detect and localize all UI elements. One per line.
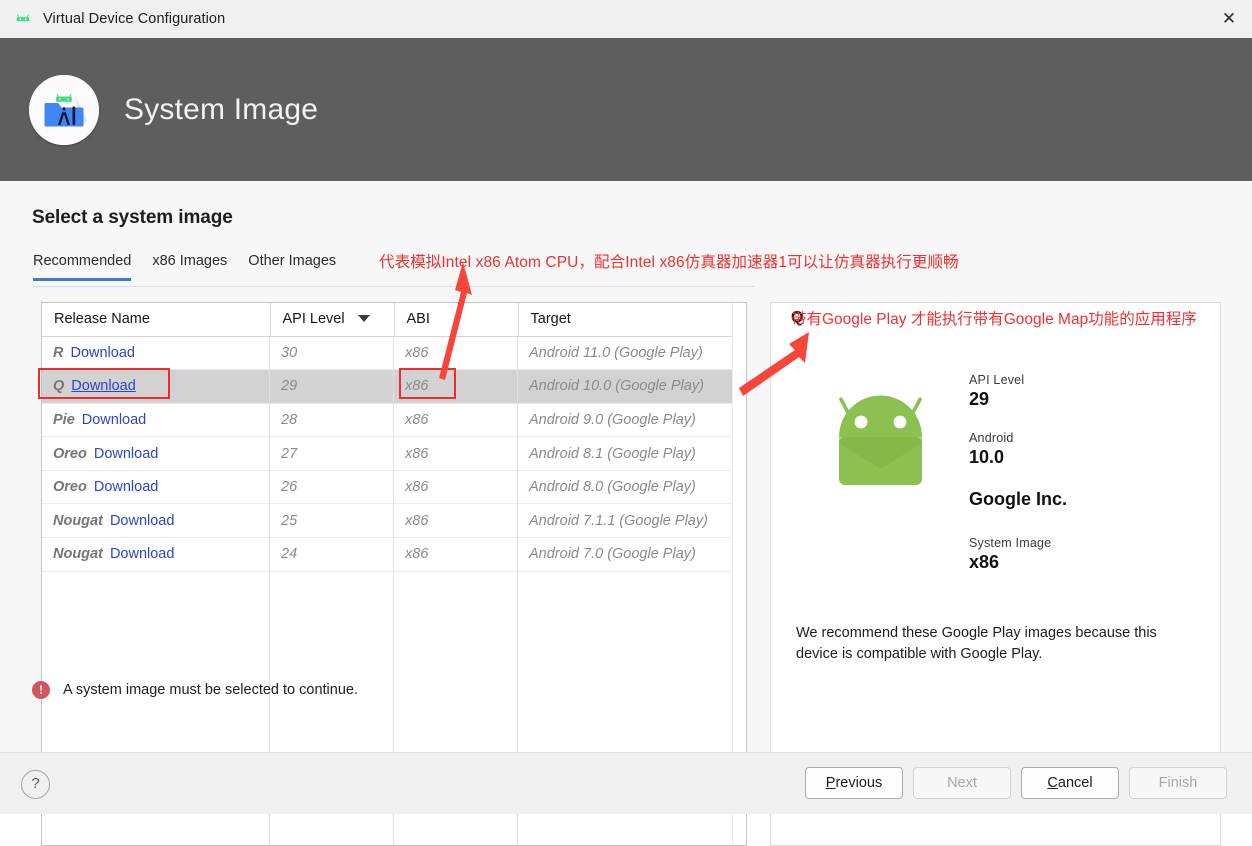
api-level-cell: 27 <box>270 436 394 471</box>
dialog-body: Select a system image Recommended x86 Im… <box>0 181 1252 846</box>
android-robot-icon <box>823 383 938 508</box>
finish-button[interactable]: Finish <box>1129 767 1227 799</box>
previous-button[interactable]: Previous <box>805 767 903 799</box>
window-title: Virtual Device Configuration <box>43 11 226 27</box>
column-header-api-level-label: API Level <box>282 311 345 328</box>
image-source-tabs: Recommended x86 Images Other Images <box>33 253 357 281</box>
tabs-underline <box>33 286 755 287</box>
column-header-target[interactable]: Target <box>518 303 746 337</box>
table-header-row: Release Name API Level ABI Target <box>42 303 746 337</box>
release-name: Oreo <box>53 445 87 462</box>
android-studio-logo <box>29 74 99 145</box>
download-link[interactable]: Download <box>110 546 175 562</box>
api-level-cell: 29 <box>270 369 394 404</box>
release-name: Pie <box>53 411 75 428</box>
abi-cell: x86 <box>394 336 518 371</box>
abi-cell: x86 <box>394 403 518 438</box>
cancel-button-label: ancel <box>1057 775 1093 791</box>
table-row[interactable]: Q Download 29 x86 Android 10.0 (Google Pl… <box>42 369 746 404</box>
target-cell: Android 8.0 (Google Play) <box>518 470 746 505</box>
vendor-value: Google Inc. <box>969 489 1068 509</box>
target-cell: Android 7.0 (Google Play) <box>518 537 746 572</box>
system-image-label: System Image <box>969 536 1052 550</box>
target-cell: Android 7.1.1 (Google Play) <box>518 503 746 539</box>
close-icon[interactable]: ✕ <box>1206 0 1252 37</box>
download-link[interactable]: Download <box>71 378 136 394</box>
download-link[interactable]: Download <box>82 412 147 428</box>
api-level-cell: 30 <box>270 336 394 371</box>
release-name: R <box>53 344 64 361</box>
error-icon: ! <box>32 681 50 699</box>
api-level-cell: 28 <box>270 403 394 438</box>
next-button[interactable]: Next <box>913 767 1011 799</box>
target-cell: Android 9.0 (Google Play) <box>518 403 746 438</box>
column-header-abi-label: ABI <box>406 311 430 328</box>
system-image-value: x86 <box>969 552 1000 572</box>
api-level-label: API Level <box>969 373 1025 387</box>
table-row[interactable]: Oreo Download 27 x86 Android 8.1 (Google … <box>42 436 746 471</box>
download-link[interactable]: Download <box>70 345 135 361</box>
virtual-device-configuration-dialog: Virtual Device Configuration ✕ System Im… <box>0 0 1252 846</box>
section-title: Select a system image <box>32 207 233 228</box>
api-level-cell: 26 <box>270 470 394 505</box>
detail-fields: API Level 29 Android 10.0 Google Inc. Sy… <box>969 373 1209 594</box>
download-link[interactable]: Download <box>94 479 159 495</box>
table-row[interactable]: Pie Download 28 x86 Android 9.0 (Google P… <box>42 403 746 438</box>
dialog-header: System Image <box>0 38 1252 181</box>
table-body: R Download 30 x86 Android 11.0 (Google Pl… <box>42 336 746 572</box>
tab-other-images[interactable]: Other Images <box>248 253 336 281</box>
android-version-value: 10.0 <box>969 447 1005 467</box>
validation-message-text: A system image must be selected to conti… <box>63 682 358 698</box>
download-link[interactable]: Download <box>110 513 175 529</box>
cancel-button[interactable]: Cancel <box>1021 767 1119 799</box>
android-label: Android <box>969 431 1014 445</box>
validation-message: ! A system image must be selected to con… <box>32 681 358 699</box>
download-link[interactable]: Download <box>94 446 159 462</box>
api-level-cell: 25 <box>270 503 394 539</box>
abi-cell: x86 <box>394 436 518 471</box>
column-header-api-level[interactable]: API Level <box>270 303 395 337</box>
column-header-abi[interactable]: ABI <box>394 303 519 337</box>
android-icon <box>12 8 34 30</box>
dialog-footer: ? Previous Next Cancel Finish <box>0 752 1252 814</box>
table-row[interactable]: R Download 30 x86 Android 11.0 (Google Pl… <box>42 336 746 371</box>
abi-cell: x86 <box>394 470 518 505</box>
abi-cell: x86 <box>394 369 518 404</box>
abi-cell: x86 <box>394 503 518 539</box>
target-cell: Android 10.0 (Google Play) <box>518 369 746 404</box>
column-header-release-name[interactable]: Release Name <box>42 303 271 337</box>
release-name: Nougat <box>53 512 103 529</box>
table-row[interactable]: Nougat Download 25 x86 Android 7.1.1 (Goo… <box>42 503 746 539</box>
api-level-cell: 24 <box>270 537 394 572</box>
abi-cell: x86 <box>394 537 518 572</box>
column-header-target-label: Target <box>530 311 571 328</box>
release-code: Q <box>791 309 804 326</box>
table-row[interactable]: Oreo Download 26 x86 Android 8.0 (Google … <box>42 470 746 505</box>
release-name: Q <box>53 378 65 395</box>
tab-x86-images[interactable]: x86 Images <box>152 253 227 281</box>
target-cell: Android 8.1 (Google Play) <box>518 436 746 471</box>
title-bar: Virtual Device Configuration ✕ <box>0 0 1252 39</box>
release-name: Oreo <box>53 479 87 496</box>
page-title-header: System Image <box>124 92 319 126</box>
release-name: Nougat <box>53 546 103 563</box>
target-cell: Android 11.0 (Google Play) <box>518 336 746 371</box>
chevron-down-icon[interactable] <box>357 314 370 322</box>
help-button[interactable]: ? <box>21 770 50 799</box>
previous-button-label: revious <box>835 775 883 791</box>
tab-recommended[interactable]: Recommended <box>33 253 132 281</box>
recommendation-note: We recommend these Google Play images be… <box>796 625 1157 663</box>
table-row[interactable]: Nougat Download 24 x86 Android 7.0 (Googl… <box>42 537 746 572</box>
api-level-value: 29 <box>969 389 990 409</box>
column-header-release-name-label: Release Name <box>54 311 150 328</box>
dialog-buttons: Previous Next Cancel Finish <box>805 767 1227 799</box>
